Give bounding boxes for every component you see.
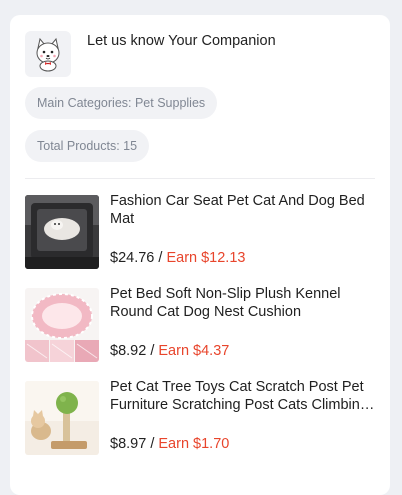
product-item[interactable]: Pet Bed Soft Non-Slip Plush Kennel Round… (25, 285, 375, 362)
product-earn: Earn $4.37 (158, 343, 230, 359)
product-price: $8.97 (110, 436, 147, 452)
divider (25, 178, 375, 179)
product-prices: $8.97 / Earn $1.70 (110, 436, 229, 452)
store-logo[interactable] (25, 31, 71, 77)
car-seat-pet-bed-image[interactable] (25, 195, 99, 269)
product-info: Fashion Car Seat Pet Cat And Dog Bed Mat… (110, 192, 375, 269)
store-header: Let us know Your Companion (25, 31, 375, 77)
store-name: Let us know Your Companion (87, 33, 276, 49)
plush-pet-bed-image[interactable] (25, 288, 99, 362)
total-products-pill[interactable]: Total Products: 15 (25, 130, 150, 162)
product-title[interactable]: Fashion Car Seat Pet Cat And Dog Bed Mat (110, 192, 375, 228)
cat-tree-image[interactable] (25, 381, 99, 455)
product-info: Pet Bed Soft Non-Slip Plush Kennel Round… (110, 285, 375, 362)
product-prices: $24.76 / Earn $12.13 (110, 250, 245, 266)
price-separator: / (154, 250, 167, 266)
main-category-pill[interactable]: Main Categories: Pet Supplies (25, 87, 218, 119)
product-price: $8.92 (110, 343, 147, 359)
product-prices: $8.92 / Earn $4.37 (110, 343, 229, 359)
product-info: Pet Cat Tree Toys Cat Scratch Post Pet F… (110, 378, 375, 455)
price-separator: / (146, 436, 159, 452)
price-separator: / (146, 343, 159, 359)
product-title[interactable]: Pet Cat Tree Toys Cat Scratch Post Pet F… (110, 378, 375, 414)
product-item[interactable]: Fashion Car Seat Pet Cat And Dog Bed Mat… (25, 192, 375, 269)
product-item[interactable]: Pet Cat Tree Toys Cat Scratch Post Pet F… (25, 378, 375, 455)
samoyed-dog-icon (36, 37, 60, 72)
product-price: $24.76 (110, 250, 155, 266)
product-earn: Earn $12.13 (166, 250, 246, 266)
store-card: Let us know Your Companion Main Categori… (10, 15, 390, 495)
product-earn: Earn $1.70 (158, 436, 230, 452)
product-title[interactable]: Pet Bed Soft Non-Slip Plush Kennel Round… (110, 285, 375, 321)
